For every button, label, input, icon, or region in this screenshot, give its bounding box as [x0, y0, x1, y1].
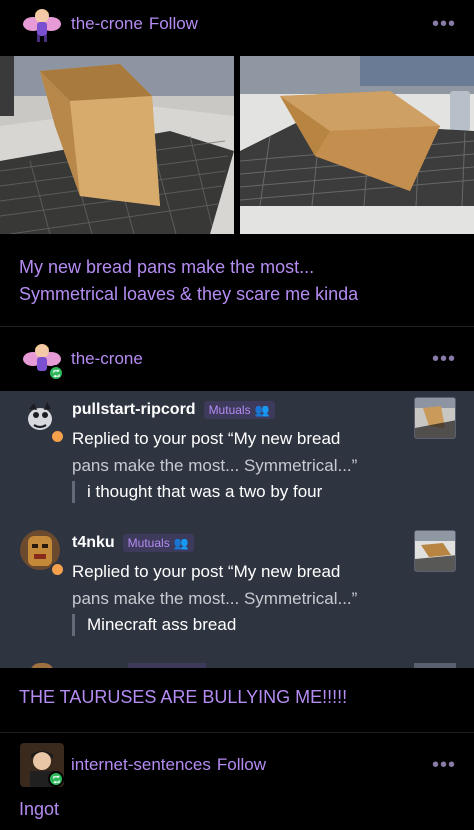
notes-panel: pullstart-ripcord Mutuals 👥 Replied to yo…: [0, 391, 474, 668]
reblogger-name: the-crone: [71, 349, 143, 369]
avatar[interactable]: [20, 2, 64, 46]
more-options-icon[interactable]: •••: [432, 348, 456, 371]
note-username[interactable]: pullstart-ripcord: [72, 401, 196, 419]
note-user: t4nku Mutuals 👥: [72, 534, 194, 552]
follow-button[interactable]: Follow: [149, 14, 198, 33]
more-options-icon[interactable]: •••: [432, 754, 456, 777]
blog-name-link[interactable]: internet-sentences: [71, 755, 211, 774]
post-author: internet-sentences Follow: [71, 755, 266, 775]
reply-badge-icon: [50, 562, 65, 577]
note-user: pullstart-ripcord Mutuals 👥: [72, 401, 275, 419]
photo-set: [0, 56, 474, 234]
post-thumbnail[interactable]: [414, 663, 456, 668]
divider: [0, 732, 474, 733]
post-header: the-crone Follow •••: [0, 2, 474, 46]
mutuals-badge: [128, 663, 206, 668]
reblog-comment: THE TAURUSES ARE BULLYING ME!!!!!: [19, 687, 348, 707]
reblog-header: the-crone •••: [0, 337, 474, 381]
blog-name-link[interactable]: the-crone: [71, 14, 143, 33]
reply-text: i thought that was a two by four: [72, 481, 322, 503]
follow-button[interactable]: Follow: [217, 755, 266, 774]
note-action: Replied to your post “My new bread: [72, 429, 341, 448]
people-icon: 👥: [254, 403, 270, 417]
note-post-title: pans make the most... Symmetrical...”: [72, 456, 358, 475]
people-icon: 👥: [173, 536, 189, 550]
note-action: Replied to your post “My new bread: [72, 562, 341, 581]
post-text-line-2: Symmetrical loaves & they scare me kinda: [19, 284, 359, 304]
post-header: internet-sentences Follow •••: [0, 743, 474, 787]
mutuals-badge: Mutuals 👥: [203, 401, 275, 419]
note-username[interactable]: t4nku: [72, 534, 115, 552]
avatar[interactable]: [30, 663, 54, 668]
reply-text: Minecraft ass bread: [72, 614, 236, 636]
note-post-title: pans make the most... Symmetrical...”: [72, 589, 358, 608]
post-text: My new bread pans make the most... Symme…: [19, 254, 358, 308]
reblog-icon: [48, 365, 64, 381]
post-thumbnail[interactable]: [414, 530, 456, 572]
bread-photo-left[interactable]: [0, 56, 234, 234]
post-thumbnail[interactable]: [414, 397, 456, 439]
reblog-icon: [48, 771, 64, 787]
divider: [0, 326, 474, 327]
post-text: Ingot: [19, 799, 60, 819]
blog-name-link[interactable]: the-crone: [71, 349, 143, 368]
bread-photo-right[interactable]: [240, 56, 474, 234]
reply-badge-icon: [50, 429, 65, 444]
mutuals-badge: Mutuals 👥: [122, 534, 194, 552]
post-author: the-crone Follow: [71, 14, 198, 34]
post-text-line-1: My new bread pans make the most...: [19, 257, 315, 277]
more-options-icon[interactable]: •••: [432, 13, 456, 36]
